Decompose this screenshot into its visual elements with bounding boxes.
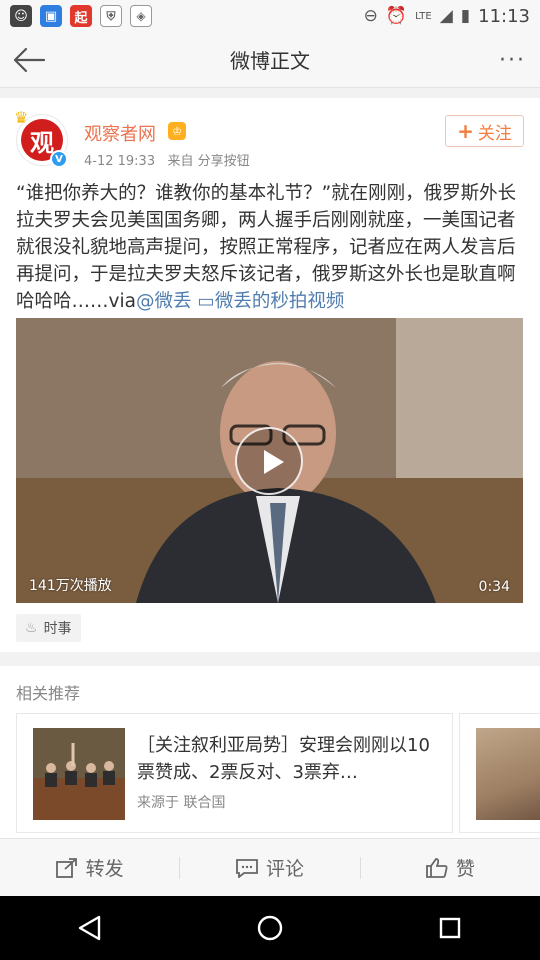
- nav-home-icon[interactable]: [250, 908, 290, 948]
- plus-icon: +: [457, 119, 474, 143]
- mention-link[interactable]: @微丢: [136, 291, 192, 312]
- related-title: 相关推荐: [16, 684, 81, 703]
- post-source: 来自 分享按钮: [167, 154, 250, 169]
- play-count: 141万次播放: [29, 578, 112, 594]
- nav-bar: 微博正文 ···: [0, 32, 540, 88]
- video-duration: 0:34: [478, 579, 510, 595]
- post-meta: 4-12 19:33 来自 分享按钮: [84, 150, 250, 169]
- weibo-post: 观 ♛ V 观察者网 ♔ 4-12 19:33 来自 分享按钮 + 关注 “谁把…: [0, 98, 540, 652]
- comment-label: 评论: [265, 858, 304, 880]
- back-arrow-icon[interactable]: [12, 46, 46, 74]
- like-label: 赞: [455, 858, 475, 880]
- repost-label: 转发: [85, 858, 124, 880]
- shield-app-icon: ⛨: [100, 5, 122, 27]
- nav-recents-icon[interactable]: [430, 908, 470, 948]
- security-app-icon: ◈: [130, 5, 152, 27]
- related-section: 相关推荐 ［关注叙利亚局势］安理会刚刚以10票赞成、2票反对、3票弃… 来源于 …: [0, 666, 540, 838]
- notification-icons: ☺ ▣ 起 ⛨ ◈: [10, 5, 152, 27]
- system-status: ⊖ ⏰ LTE ◢ ▮ 11:13: [364, 6, 530, 27]
- photo-app-icon: ▣: [40, 5, 62, 27]
- repost-button[interactable]: 转发: [0, 854, 179, 881]
- alarm-icon: ⏰: [385, 6, 408, 26]
- page-title: 微博正文: [230, 49, 310, 73]
- clock: 11:13: [478, 5, 530, 27]
- network-label: LTE: [415, 10, 432, 22]
- related-thumbnail-next: [476, 728, 540, 820]
- related-card[interactable]: ［关注叙利亚局势］安理会刚刚以10票赞成、2票反对、3票弃… 来源于 联合国: [16, 713, 453, 833]
- video-player[interactable]: 141万次播放 0:34: [16, 318, 523, 603]
- follow-button[interactable]: + 关注: [445, 115, 524, 147]
- related-thumbnail: [33, 728, 125, 820]
- topic-tag[interactable]: ♨ 时事: [16, 614, 81, 642]
- battery-icon: ▮: [460, 6, 471, 26]
- author-name[interactable]: 观察者网: [84, 120, 156, 146]
- topic-label: 时事: [43, 621, 72, 637]
- qi-app-icon: 起: [70, 5, 92, 27]
- video-link-icon: ▭: [197, 291, 215, 312]
- nav-back-icon[interactable]: [70, 908, 110, 948]
- flame-icon: ♨: [25, 620, 38, 636]
- related-card-source: 来源于 联合国: [137, 795, 226, 811]
- video-link[interactable]: 微丢的秒拍视频: [215, 291, 345, 312]
- play-button-icon[interactable]: [235, 427, 303, 495]
- comment-button[interactable]: 评论: [180, 854, 359, 881]
- do-not-disturb-icon: ⊖: [363, 6, 378, 26]
- comment-icon: [236, 858, 258, 878]
- post-text: “谁把你养大的？谁教你的基本礼节？”就在刚刚，俄罗斯外长拉夫罗夫会见美国国务卿，…: [16, 180, 526, 315]
- like-button[interactable]: 赞: [361, 854, 540, 881]
- crown-icon: ♛: [14, 108, 29, 127]
- face-app-icon: ☺: [10, 5, 32, 27]
- status-bar: ☺ ▣ 起 ⛨ ◈ ⊖ ⏰ LTE ◢ ▮ 11:13: [0, 0, 540, 32]
- follow-label: 关注: [477, 123, 512, 144]
- post-time: 4-12 19:33: [84, 154, 156, 169]
- thumbs-up-icon: [425, 857, 448, 878]
- repost-icon: [55, 857, 77, 878]
- signal-icon: ◢: [439, 6, 453, 26]
- more-options-icon[interactable]: ···: [499, 48, 526, 73]
- system-nav-bar: [0, 896, 540, 960]
- verified-icon: V: [50, 150, 68, 168]
- vip-badge-icon: ♔: [168, 122, 186, 140]
- related-card-title: ［关注叙利亚局势］安理会刚刚以10票赞成、2票反对、3票弃…: [137, 735, 430, 783]
- related-card-next[interactable]: [459, 713, 540, 833]
- action-bar: 转发 评论 赞: [0, 838, 540, 896]
